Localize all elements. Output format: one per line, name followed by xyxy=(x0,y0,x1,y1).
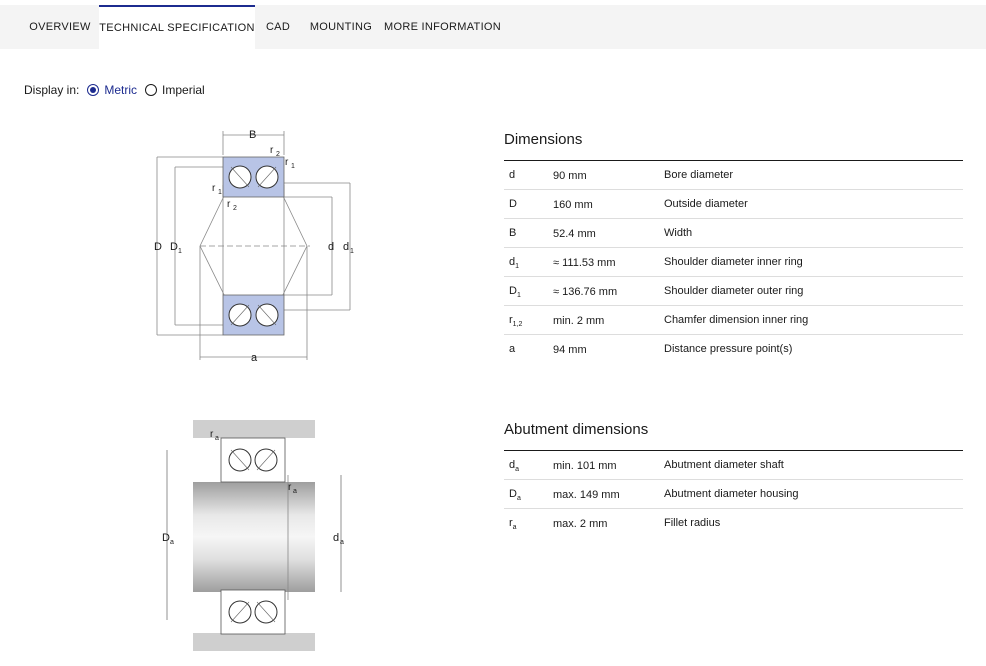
row-description: Shoulder diameter outer ring xyxy=(664,285,804,297)
unit-selector: Display in: Metric Imperial xyxy=(24,82,213,98)
metric-radio[interactable] xyxy=(87,84,100,96)
row-value: 160 mm xyxy=(553,199,593,211)
label-r1-left: r xyxy=(212,183,216,194)
row-description: Bore diameter xyxy=(664,169,734,181)
table-row: B 52.4 mm Width xyxy=(504,219,963,248)
dimensions-table: d 90 mm Bore diameter D 160 mm Outside diamet… xyxy=(504,160,963,363)
label-r1-left-sub: 1 xyxy=(218,189,222,196)
dimensions-title: Dimensions xyxy=(504,131,583,148)
row-description: Chamfer dimension inner ring xyxy=(664,314,809,326)
row-value: 90 mm xyxy=(553,170,587,182)
row-symbol: B xyxy=(509,227,517,239)
row-description: Abutment diameter shaft xyxy=(664,459,784,471)
row-symbol: da xyxy=(509,459,520,474)
row-description: Distance pressure point(s) xyxy=(664,343,793,355)
label-r2-top-sub: 2 xyxy=(276,151,280,158)
metric-label: Metric xyxy=(104,83,138,97)
row-value: 52.4 mm xyxy=(553,228,596,240)
label-d1-sub: 1 xyxy=(350,248,354,255)
label-ra-mid-sub: a xyxy=(293,488,297,495)
label-r2-left: r xyxy=(227,199,231,210)
metric-option[interactable]: Metric xyxy=(87,83,137,97)
row-description: Fillet radius xyxy=(664,517,721,529)
label-d: d xyxy=(328,241,334,253)
row-symbol: Da xyxy=(509,488,521,503)
row-symbol: r1,2 xyxy=(509,314,523,329)
row-symbol: a xyxy=(509,343,516,355)
abutment-title: Abutment dimensions xyxy=(504,421,649,438)
row-description: Shoulder diameter inner ring xyxy=(664,256,803,268)
label-da-sub: a xyxy=(340,539,344,546)
imperial-option[interactable]: Imperial xyxy=(145,83,205,97)
tab-more-information[interactable]: MORE INFORMATION xyxy=(384,5,501,49)
row-value: min. 2 mm xyxy=(553,315,605,327)
label-r1-right-sub: 1 xyxy=(291,163,295,170)
row-value: ≈ 111.53 mm xyxy=(553,257,616,269)
row-description: Outside diameter xyxy=(664,198,748,210)
tab-cad[interactable]: CAD xyxy=(258,5,298,49)
label-da: d xyxy=(333,532,339,544)
label-r2-top: r xyxy=(270,145,274,156)
label-B: B xyxy=(249,129,256,141)
table-row: D1 ≈ 136.76 mm Shoulder diameter outer rin… xyxy=(504,277,963,306)
tab-bar: OVERVIEW TECHNICAL SPECIFICATION CAD MOU… xyxy=(0,5,986,49)
table-row: d1 ≈ 111.53 mm Shoulder diameter inner rin… xyxy=(504,248,963,277)
label-Da: D xyxy=(162,532,170,544)
label-d1: d xyxy=(343,241,349,253)
table-row: a 94 mm Distance pressure point(s) xyxy=(504,335,963,363)
row-symbol: d xyxy=(509,169,516,181)
label-D: D xyxy=(154,241,162,253)
label-r1-right: r xyxy=(285,157,289,168)
tab-overview[interactable]: OVERVIEW xyxy=(22,5,98,49)
label-a: a xyxy=(251,352,258,364)
row-description: Abutment diameter housing xyxy=(664,488,799,500)
label-r2-left-sub: 2 xyxy=(233,205,237,212)
tab-technical-specification[interactable]: TECHNICAL SPECIFICATION xyxy=(99,5,255,49)
label-Da-sub: a xyxy=(170,539,174,546)
imperial-label: Imperial xyxy=(162,83,205,97)
row-symbol: d1 xyxy=(509,256,520,271)
row-value: max. 2 mm xyxy=(553,518,608,530)
row-description: Width xyxy=(664,227,693,239)
label-D1: D xyxy=(170,241,178,253)
row-symbol: D xyxy=(509,198,517,210)
row-value: min. 101 mm xyxy=(553,460,617,472)
table-row: da min. 101 mm Abutment diameter shaft xyxy=(504,451,963,480)
row-symbol: ra xyxy=(509,517,517,532)
abutment-table: da min. 101 mm Abutment diameter shaft Da ma… xyxy=(504,450,963,537)
table-row: D 160 mm Outside diameter xyxy=(504,190,963,219)
row-symbol: D1 xyxy=(509,285,521,300)
row-value: ≈ 136.76 mm xyxy=(553,286,618,298)
label-D1-sub: 1 xyxy=(178,248,182,255)
label-ra-top-sub: a xyxy=(215,435,219,442)
row-value: max. 149 mm xyxy=(553,489,620,501)
table-row: Da max. 149 mm Abutment diameter housing xyxy=(504,480,963,509)
tab-mounting[interactable]: MOUNTING xyxy=(306,5,376,49)
abutment-diagram: r a r a D a d a xyxy=(162,420,344,651)
table-row: r1,2 min. 2 mm Chamfer dimension inner rin… xyxy=(504,306,963,335)
table-row: ra max. 2 mm Fillet radius xyxy=(504,509,963,537)
table-row: d 90 mm Bore diameter xyxy=(504,161,963,190)
imperial-radio[interactable] xyxy=(145,84,158,96)
row-value: 94 mm xyxy=(553,344,587,356)
display-in-label: Display in: xyxy=(24,83,80,97)
bearing-dimensions-diagram: B r 2 r 1 r 1 r 2 D D 1 d d 1 a xyxy=(154,129,354,364)
